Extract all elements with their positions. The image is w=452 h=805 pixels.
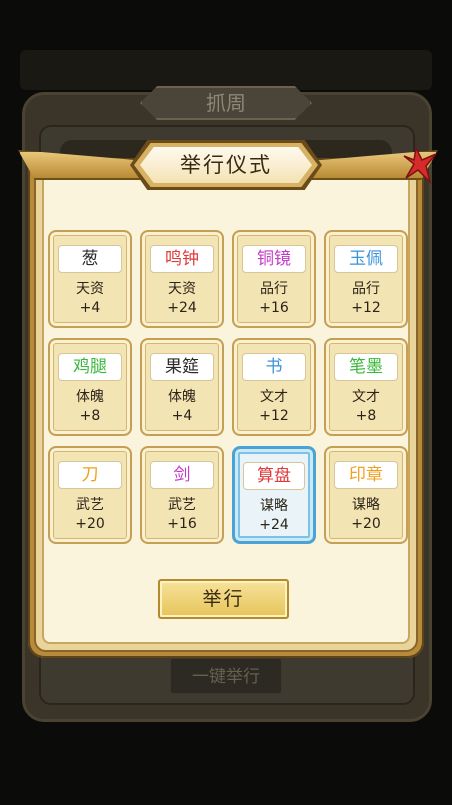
item-name: 鸣钟 — [150, 245, 214, 273]
item-grid: 葱天资 +4 鸣钟 天资 +24 铜镜 品行 +16 玉佩 品行 +12 鸡腿 体魄 +8 果筵 体魄 +4 书文… — [48, 230, 408, 544]
background-header-bar — [20, 50, 432, 90]
item-attribute: 谋略 — [260, 498, 288, 514]
item-card[interactable]: 印章谋略 +20 — [324, 446, 408, 544]
item-value: +20 — [351, 516, 381, 532]
item-attribute: 体魄 — [168, 389, 196, 405]
background-title: 抓周 — [206, 91, 246, 115]
item-card[interactable]: 果筵体魄 +4 — [140, 338, 224, 436]
item-value: +8 — [79, 408, 101, 424]
item-card[interactable]: 笔墨文才 +8 — [324, 338, 408, 436]
item-value: +24 — [167, 300, 197, 316]
modal-title: 举行仪式 — [140, 147, 312, 183]
item-name: 玉佩 — [334, 245, 398, 273]
item-name: 果筵 — [150, 353, 214, 381]
item-attribute: 品行 — [352, 281, 380, 297]
item-name: 刀 — [58, 461, 122, 489]
item-card[interactable]: 刀武艺 +20 — [48, 446, 132, 544]
item-card[interactable]: 鸡腿体魄 +8 — [48, 338, 132, 436]
one-click-hold-button: 一键举行 — [170, 658, 282, 694]
item-attribute: 文才 — [352, 389, 380, 405]
item-name: 印章 — [334, 461, 398, 489]
item-name: 剑 — [150, 461, 214, 489]
item-value: +16 — [259, 300, 289, 316]
hold-ceremony-button[interactable]: 举行 — [158, 579, 289, 619]
item-name: 鸡腿 — [58, 353, 122, 381]
item-value: +20 — [75, 516, 105, 532]
item-card[interactable]: 书文才 +12 — [232, 338, 316, 436]
item-card[interactable]: 鸣钟天资 +24 — [140, 230, 224, 328]
item-value: +12 — [351, 300, 381, 316]
item-name: 算盘 — [243, 462, 305, 490]
item-value: +16 — [167, 516, 197, 532]
close-button[interactable] — [398, 145, 438, 188]
item-name: 书 — [242, 353, 306, 381]
item-attribute: 体魄 — [76, 389, 104, 405]
item-attribute: 武艺 — [168, 497, 196, 513]
item-value: +8 — [355, 408, 377, 424]
item-card[interactable]: 算盘谋略 +24 — [232, 446, 316, 544]
item-card[interactable]: 铜镜品行 +16 — [232, 230, 316, 328]
item-card[interactable]: 葱天资 +4 — [48, 230, 132, 328]
item-name: 葱 — [58, 245, 122, 273]
item-card[interactable]: 剑武艺 +16 — [140, 446, 224, 544]
item-attribute: 谋略 — [352, 497, 380, 513]
item-name: 铜镜 — [242, 245, 306, 273]
item-value: +12 — [259, 408, 289, 424]
item-attribute: 天资 — [168, 281, 196, 297]
item-name: 笔墨 — [334, 353, 398, 381]
item-value: +24 — [259, 517, 289, 533]
item-attribute: 天资 — [76, 281, 104, 297]
item-card[interactable]: 玉佩品行 +12 — [324, 230, 408, 328]
item-attribute: 文才 — [260, 389, 288, 405]
item-attribute: 品行 — [260, 281, 288, 297]
item-value: +4 — [171, 408, 193, 424]
item-value: +4 — [79, 300, 101, 316]
item-attribute: 武艺 — [76, 497, 104, 513]
close-x-icon — [403, 145, 437, 185]
